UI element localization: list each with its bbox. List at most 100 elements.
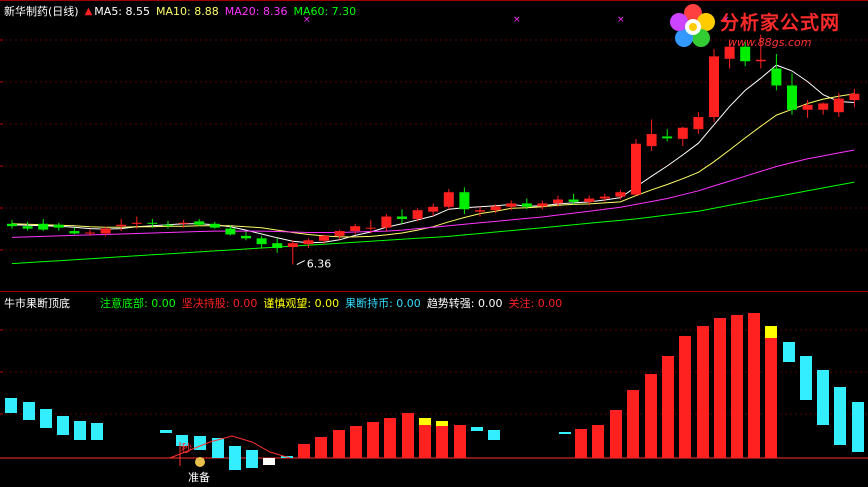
indicator-bar bbox=[697, 326, 709, 458]
indicator-bar bbox=[679, 336, 691, 458]
candle-body bbox=[334, 231, 345, 236]
candle-body bbox=[646, 134, 657, 147]
candle-body bbox=[553, 199, 563, 204]
candle-body bbox=[303, 240, 314, 245]
indicator-bar bbox=[575, 429, 587, 458]
logo: 分析家公式网 www.88gs.com bbox=[668, 2, 864, 52]
indicator-bar bbox=[627, 390, 639, 458]
candle-body bbox=[381, 216, 392, 228]
candle-body bbox=[397, 216, 407, 219]
candle-body bbox=[677, 127, 688, 139]
candle-body bbox=[475, 210, 485, 212]
candle-body bbox=[225, 228, 236, 235]
candle-body bbox=[599, 196, 610, 199]
candle-body bbox=[709, 56, 719, 118]
indicator-bar bbox=[817, 370, 829, 425]
candle-body bbox=[178, 222, 189, 224]
candle-body bbox=[412, 210, 423, 219]
indicator-bar bbox=[731, 315, 743, 458]
candle-body bbox=[849, 93, 860, 101]
candle-body bbox=[459, 192, 470, 210]
indicator-bar bbox=[454, 425, 466, 458]
indicator-bar bbox=[246, 450, 258, 468]
candle-body bbox=[147, 222, 158, 224]
candle-body bbox=[7, 223, 17, 227]
flower-logo-icon bbox=[670, 4, 715, 47]
indicator-bar bbox=[559, 432, 571, 434]
indicator-bar bbox=[800, 356, 812, 400]
indicator-bar bbox=[610, 410, 622, 458]
candle-body bbox=[38, 223, 49, 230]
logo-url: www.88gs.com bbox=[728, 36, 812, 49]
indicator-bar bbox=[315, 437, 327, 458]
indicator-bar bbox=[23, 402, 35, 420]
indicator-bar bbox=[765, 326, 777, 338]
candle-body bbox=[506, 203, 517, 207]
chart-canvas[interactable]: 6.36× × × ×秒准备 bbox=[0, 0, 868, 487]
low-marker bbox=[296, 260, 306, 265]
marker-x-icon: × bbox=[303, 15, 311, 25]
candle-body bbox=[163, 224, 173, 226]
indicator-bar bbox=[57, 416, 69, 435]
candle-body bbox=[521, 203, 532, 207]
candle-body bbox=[787, 85, 797, 110]
indicator-bar bbox=[74, 421, 86, 440]
candle-body bbox=[631, 143, 641, 195]
candle-body bbox=[209, 223, 220, 228]
indicator-bar bbox=[160, 430, 172, 433]
logo-brand: 分析家公式网 bbox=[720, 12, 841, 34]
candle-body bbox=[428, 206, 439, 212]
indicator-bar bbox=[834, 387, 846, 445]
indicator-bar bbox=[471, 427, 483, 431]
candle-body bbox=[53, 224, 64, 228]
indicator-bar bbox=[40, 409, 52, 428]
candle-body bbox=[537, 203, 548, 207]
candle-body bbox=[443, 192, 454, 207]
indicator-bar bbox=[298, 444, 310, 458]
indicator-bar bbox=[714, 318, 726, 458]
indicator-bar bbox=[765, 326, 777, 458]
candle-body bbox=[568, 199, 579, 202]
candle-body bbox=[319, 235, 329, 241]
candle-body bbox=[194, 221, 205, 225]
indicator-bar bbox=[384, 418, 396, 458]
candle-body bbox=[241, 235, 251, 239]
indicator-bar bbox=[592, 425, 604, 458]
indicator-bar bbox=[229, 446, 241, 470]
candle-body bbox=[85, 232, 95, 234]
candle-body bbox=[116, 224, 127, 227]
indicator-bar bbox=[852, 402, 864, 452]
indicator-bar bbox=[488, 430, 500, 440]
candle-body bbox=[131, 222, 142, 224]
candle-body bbox=[490, 206, 501, 211]
indicator-bar bbox=[402, 413, 414, 458]
candle-body bbox=[833, 98, 844, 113]
marker-x-icon: × bbox=[513, 15, 521, 25]
indicator-bar bbox=[350, 426, 362, 458]
candle-body bbox=[272, 243, 283, 249]
candle-body bbox=[22, 226, 33, 229]
candle-body bbox=[771, 68, 782, 86]
candle-body bbox=[662, 136, 673, 139]
ma-line-ma20 bbox=[11, 149, 855, 238]
ma-line-ma5 bbox=[11, 64, 855, 244]
moneybag-icon bbox=[195, 457, 205, 467]
signal-badge-top: 秒 bbox=[181, 441, 192, 455]
signal-badge-bottom: 准备 bbox=[188, 470, 210, 484]
indicator-bar bbox=[783, 342, 795, 362]
indicator-bar bbox=[419, 418, 431, 425]
indicator-bar bbox=[662, 356, 674, 458]
candle-body bbox=[615, 192, 626, 197]
candle-body bbox=[69, 231, 80, 234]
candle-body bbox=[256, 238, 267, 245]
indicator-bar bbox=[436, 421, 448, 426]
candle-body bbox=[693, 117, 704, 130]
indicator-bar bbox=[748, 313, 760, 458]
indicator-bar bbox=[91, 423, 103, 440]
low-price-label: 6.36 bbox=[307, 258, 332, 271]
indicator-bar bbox=[367, 422, 379, 458]
candle-body bbox=[365, 227, 376, 229]
candle-body bbox=[350, 226, 361, 232]
indicator-bar bbox=[333, 430, 345, 458]
candle-body bbox=[584, 198, 595, 202]
